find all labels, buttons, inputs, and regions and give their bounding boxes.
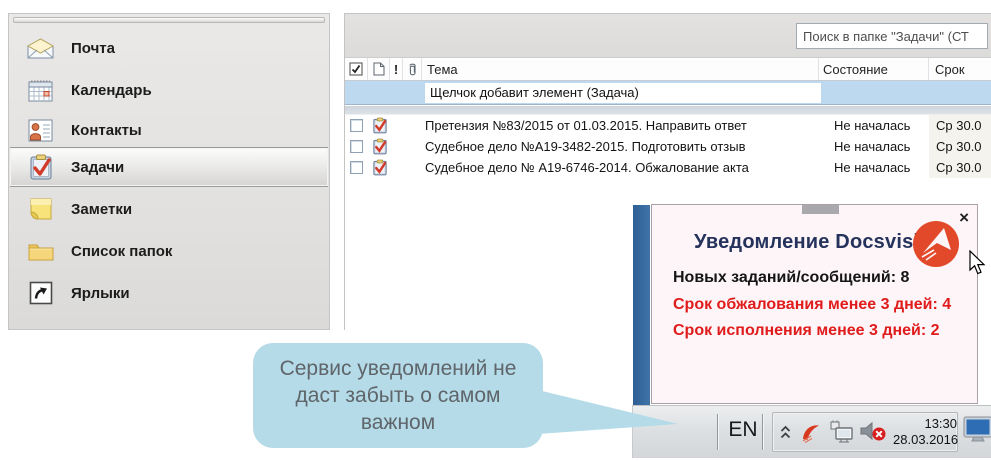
hidden-icons-chevron-icon[interactable] [773, 425, 797, 440]
volume-muted-icon[interactable] [857, 420, 889, 444]
shortcuts-icon [27, 281, 54, 306]
group-separator [345, 106, 991, 115]
mail-icon [27, 36, 54, 61]
sidebar-item-tasks[interactable]: Задачи [10, 147, 328, 187]
task-status: Не началась [834, 160, 911, 175]
contacts-icon [27, 118, 54, 143]
task-row[interactable]: Судебное дело №А19-3482-2015. Подготовит… [345, 136, 991, 157]
callout-bubble: Сервис уведомлений не даст забыть о само… [253, 343, 543, 448]
sidebar-item-folder-list[interactable]: Список папок [10, 231, 328, 271]
paperclip-icon [408, 63, 416, 75]
task-rows: Претензия №83/2015 от 01.03.2015. Направ… [345, 115, 991, 178]
task-checkbox[interactable] [350, 140, 363, 153]
appeal-deadline-line: Срок обжалования менее 3 дней: 4 [673, 296, 952, 313]
task-row[interactable]: Судебное дело № А19-6746-2014. Обжалован… [345, 157, 991, 178]
docsvision-tray-icon[interactable] [797, 420, 825, 444]
sidebar-item-mail[interactable]: Почта [10, 28, 328, 68]
task-clipboard-icon [368, 159, 392, 176]
outlook-nav-sidebar: Почта Календарь Контакты Задачи Заметки … [8, 13, 330, 330]
desktop-monitor-icon[interactable] [963, 415, 991, 448]
task-checkbox[interactable] [350, 119, 363, 132]
search-input[interactable]: Поиск в папке "Задачи" (СТ [796, 23, 988, 49]
sidebar-item-label: Календарь [71, 81, 152, 99]
task-status: Не началась [834, 139, 911, 154]
sidebar-item-label: Заметки [71, 200, 133, 218]
taskbar-separator [717, 414, 718, 450]
task-subject: Претензия №83/2015 от 01.03.2015. Направ… [425, 118, 747, 133]
folder-list-icon [27, 239, 54, 264]
callout-tail [538, 390, 678, 434]
notes-icon [27, 197, 54, 222]
column-status[interactable]: Состояние [819, 58, 929, 80]
docsvision-logo-icon [910, 219, 962, 276]
panel-toolbar: Поиск в папке "Задачи" (СТ [345, 14, 991, 58]
sidebar-item-label: Контакты [71, 121, 142, 139]
network-icon[interactable] [825, 420, 857, 444]
mouse-cursor [969, 250, 986, 275]
tray-date: 28.03.2016 [893, 432, 959, 447]
popup-title: Уведомление Docsvision [694, 231, 944, 253]
notification-count-line: Новых заданий/сообщений: 8 [673, 269, 910, 286]
tray-time: 13:30 [924, 416, 958, 431]
windows-taskbar: EN 13:30 28.03.2016 [632, 405, 991, 458]
language-indicator[interactable]: EN [725, 418, 761, 442]
column-header-row: ! Тема Состояние Срок [345, 58, 991, 81]
task-row[interactable]: Претензия №83/2015 от 01.03.2015. Направ… [345, 115, 991, 136]
task-subject: Судебное дело №А19-3482-2015. Подготовит… [425, 139, 746, 154]
task-status: Не началась [834, 118, 911, 133]
sidebar-item-label: Ярлыки [71, 284, 130, 302]
sidebar-item-contacts[interactable]: Контакты [10, 110, 328, 150]
column-attachment[interactable] [403, 58, 422, 80]
sidebar-item-label: Список папок [71, 242, 173, 260]
column-complete[interactable] [345, 58, 368, 80]
task-clipboard-icon [368, 117, 392, 134]
sidebar-splitter-handle[interactable] [13, 17, 325, 23]
column-due[interactable]: Срок [929, 58, 991, 80]
task-due: Ср 30.0 [929, 136, 991, 157]
popup-drag-handle[interactable] [802, 205, 839, 214]
checkbox-icon [349, 62, 363, 76]
sidebar-item-notes[interactable]: Заметки [10, 189, 328, 229]
task-checkbox[interactable] [350, 161, 363, 174]
column-document[interactable] [368, 58, 390, 80]
sidebar-item-label: Почта [71, 39, 115, 57]
task-clipboard-icon [368, 138, 392, 155]
tasks-icon [27, 154, 54, 180]
calendar-icon [27, 78, 54, 103]
document-icon [373, 62, 384, 76]
column-subject[interactable]: Тема [422, 58, 819, 80]
execution-deadline-line: Срок исполнения менее 3 дней: 2 [673, 322, 940, 339]
sidebar-item-calendar[interactable]: Календарь [10, 70, 328, 110]
task-subject: Судебное дело № А19-6746-2014. Обжалован… [425, 160, 749, 175]
callout-text: Сервис уведомлений не даст забыть о само… [279, 357, 517, 434]
tray-clock[interactable]: 13:30 28.03.2016 [893, 416, 959, 448]
search-placeholder: Поиск в папке "Задачи" (СТ [803, 29, 969, 44]
task-due: Ср 30.0 [929, 115, 991, 136]
system-tray: 13:30 28.03.2016 [772, 412, 958, 452]
task-due: Ср 30.0 [929, 157, 991, 178]
window-edge-blue-bar [633, 205, 650, 405]
screen: Почта Календарь Контакты Задачи Заметки … [0, 0, 991, 462]
sidebar-item-shortcuts[interactable]: Ярлыки [10, 273, 328, 313]
new-task-row[interactable]: Щелчок добавит элемент (Задача) [345, 81, 991, 105]
new-task-input[interactable]: Щелчок добавит элемент (Задача) [425, 83, 821, 103]
column-importance[interactable]: ! [390, 58, 403, 80]
notification-popup: × Уведомление Docsvision Новых заданий/с… [651, 204, 978, 404]
sidebar-item-label: Задачи [71, 158, 125, 176]
taskbar-separator [762, 414, 763, 450]
